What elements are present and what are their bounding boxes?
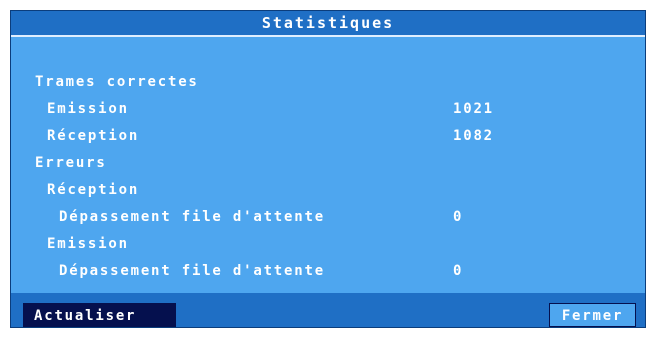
row-reception: Réception 1082 xyxy=(11,123,645,150)
fermer-button[interactable]: Fermer xyxy=(549,303,636,327)
row-depassement-reception: Dépassement file d'attente 0 xyxy=(11,204,645,231)
depassement-reception-value: 0 xyxy=(453,209,464,225)
statistics-list: Trames correctes Emission 1021 Réception… xyxy=(11,69,645,285)
depassement-emission-label: Dépassement file d'attente xyxy=(59,263,325,279)
trames-correctes-heading: Trames correctes xyxy=(35,74,199,90)
section-erreurs: Erreurs xyxy=(11,150,645,177)
depassement-reception-label: Dépassement file d'attente xyxy=(59,209,325,225)
actualiser-button[interactable]: Actualiser xyxy=(23,303,176,327)
row-emission: Emission 1021 xyxy=(11,96,645,123)
reception-label: Réception xyxy=(47,128,140,144)
title-bar: Statistiques xyxy=(11,11,645,37)
emission-value: 1021 xyxy=(453,101,494,117)
erreurs-heading: Erreurs xyxy=(35,155,107,171)
button-bar: Actualiser Fermer xyxy=(11,293,645,327)
section-trames-correctes: Trames correctes xyxy=(11,69,645,96)
dialog-title: Statistiques xyxy=(261,14,395,32)
erreurs-reception-heading: Réception xyxy=(47,182,140,198)
emission-label: Emission xyxy=(47,101,129,117)
reception-value: 1082 xyxy=(453,128,494,144)
subsection-erreurs-emission: Emission xyxy=(11,231,645,258)
statistics-dialog: Statistiques Trames correctes Emission 1… xyxy=(10,10,646,328)
row-depassement-emission: Dépassement file d'attente 0 xyxy=(11,258,645,285)
depassement-emission-value: 0 xyxy=(453,263,464,279)
erreurs-emission-heading: Emission xyxy=(47,236,129,252)
subsection-erreurs-reception: Réception xyxy=(11,177,645,204)
